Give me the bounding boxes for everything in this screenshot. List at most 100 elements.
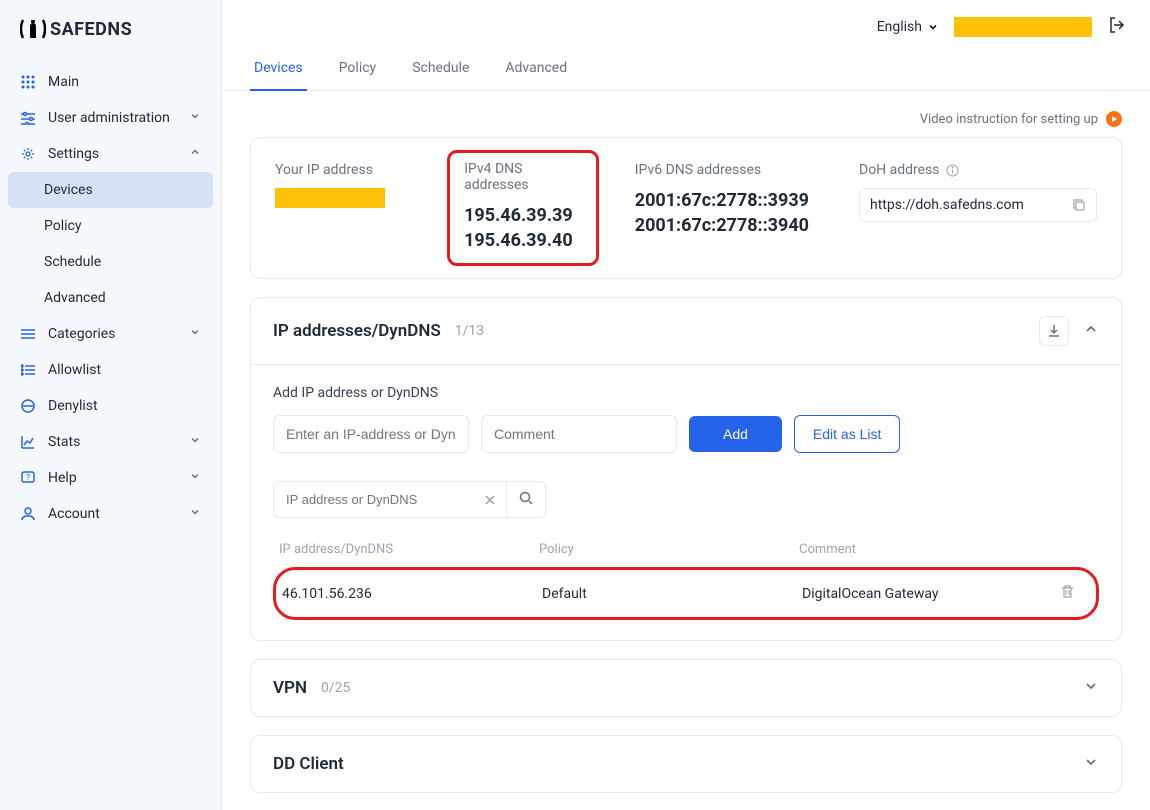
- your-ip-label: Your IP address: [275, 162, 429, 178]
- panel-vpn-header[interactable]: VPN 0/25: [251, 660, 1121, 716]
- panel-dd-header[interactable]: DD Client: [251, 736, 1121, 792]
- chevron-up-icon[interactable]: [1083, 321, 1099, 341]
- tab-schedule[interactable]: Schedule: [408, 46, 473, 90]
- ipv4-value-2: 195.46.39.40: [464, 228, 582, 253]
- edit-list-button[interactable]: Edit as List: [794, 415, 900, 453]
- sidebar: SAFEDNS Main User administration Setting…: [0, 0, 222, 810]
- sidebar-item-account[interactable]: Account: [0, 496, 221, 532]
- nav-label: Advanced: [44, 290, 106, 306]
- logout-icon: [1108, 16, 1126, 34]
- chevron-up-icon: [189, 146, 201, 162]
- sidebar-item-settings[interactable]: Settings: [0, 136, 221, 172]
- nav-label: Settings: [48, 146, 99, 162]
- tab-advanced[interactable]: Advanced: [501, 46, 571, 90]
- cell-policy: Default: [542, 586, 802, 602]
- nav-label: Denylist: [48, 398, 98, 414]
- cell-ip: 46.101.56.236: [282, 586, 542, 602]
- dns-info-card: Your IP address IPv4 DNS addresses 195.4…: [250, 137, 1122, 279]
- your-ip-redacted: [275, 188, 385, 208]
- sidebar-item-help[interactable]: ? Help: [0, 460, 221, 496]
- nav-label: Categories: [48, 326, 115, 342]
- nav-label: Schedule: [44, 254, 101, 270]
- chart-icon: [20, 435, 36, 449]
- ip-input[interactable]: [273, 415, 469, 453]
- panel-title: DD Client: [273, 754, 344, 774]
- x-icon: [484, 494, 496, 506]
- doh-label: DoH address: [859, 162, 1097, 178]
- tab-devices[interactable]: Devices: [250, 46, 307, 90]
- sidebar-item-devices[interactable]: Devices: [8, 172, 213, 208]
- clear-search-button[interactable]: [474, 482, 506, 517]
- nav-label: Devices: [44, 182, 93, 198]
- nav-label: Policy: [44, 218, 82, 234]
- add-ip-label: Add IP address or DynDNS: [273, 385, 1099, 401]
- chevron-down-icon: [189, 110, 201, 126]
- panel-ip-header[interactable]: IP addresses/DynDNS 1/13: [251, 298, 1121, 365]
- panel-title: IP addresses/DynDNS: [273, 321, 441, 341]
- tabs: Devices Policy Schedule Advanced: [222, 46, 1150, 91]
- add-button[interactable]: Add: [689, 416, 782, 452]
- trash-icon: [1060, 584, 1075, 599]
- search-button[interactable]: [506, 482, 545, 517]
- logout-button[interactable]: [1108, 16, 1126, 38]
- sidebar-item-allowlist[interactable]: Allowlist: [0, 352, 221, 388]
- nav-label: Main: [48, 74, 79, 90]
- sidebar-item-policy[interactable]: Policy: [0, 208, 221, 244]
- search-icon: [519, 491, 533, 505]
- gear-icon: [20, 147, 36, 161]
- ipv6-label: IPv6 DNS addresses: [635, 162, 809, 178]
- sidebar-item-denylist[interactable]: Denylist: [0, 388, 221, 424]
- main-content: English Devices Policy Schedule Advanced…: [222, 0, 1150, 810]
- search-input[interactable]: [274, 482, 474, 517]
- sidebar-item-advanced[interactable]: Advanced: [0, 280, 221, 316]
- video-instruction-link[interactable]: Video instruction for setting up: [222, 91, 1150, 137]
- chevron-down-icon: [928, 22, 938, 32]
- th-ip: IP address/DynDNS: [279, 542, 539, 557]
- search-wrap: [273, 481, 546, 518]
- copy-icon[interactable]: [1072, 198, 1086, 212]
- sidebar-item-stats[interactable]: Stats: [0, 424, 221, 460]
- ipv4-value-1: 195.46.39.39: [464, 203, 582, 228]
- grid-icon: [20, 75, 36, 89]
- ipv4-highlight: IPv4 DNS addresses 195.46.39.39 195.46.3…: [447, 150, 599, 266]
- sidebar-item-main[interactable]: Main: [0, 64, 221, 100]
- doh-value: https://doh.safedns.com: [870, 197, 1072, 213]
- nav-label: Allowlist: [48, 362, 101, 378]
- language-selector[interactable]: English: [877, 19, 938, 35]
- nav-label: Stats: [48, 434, 80, 450]
- table-header: IP address/DynDNS Policy Comment: [273, 542, 1099, 567]
- ipv6-value-2: 2001:67c:2778::3940: [635, 213, 809, 238]
- list-check-icon: [20, 363, 36, 377]
- sidebar-item-schedule[interactable]: Schedule: [0, 244, 221, 280]
- sidebar-item-categories[interactable]: Categories: [0, 316, 221, 352]
- panel-ip-dyndns: IP addresses/DynDNS 1/13 Add IP address …: [250, 297, 1122, 641]
- download-button[interactable]: [1039, 316, 1069, 346]
- th-policy: Policy: [539, 542, 799, 557]
- panel-dd-client: DD Client: [250, 735, 1122, 793]
- doh-field[interactable]: https://doh.safedns.com: [859, 188, 1097, 222]
- list-icon: [20, 327, 36, 341]
- help-icon: ?: [20, 471, 36, 485]
- table-row[interactable]: 46.101.56.236 Default DigitalOcean Gatew…: [273, 567, 1099, 620]
- download-icon: [1047, 324, 1061, 338]
- logo-text: SAFEDNS: [50, 19, 132, 40]
- user-redacted: [954, 17, 1092, 37]
- chevron-down-icon: [1083, 754, 1099, 774]
- panel-title: VPN: [273, 678, 307, 698]
- nav-label: Account: [48, 506, 100, 522]
- comment-input[interactable]: [481, 415, 677, 453]
- sidebar-item-user-admin[interactable]: User administration: [0, 100, 221, 136]
- chevron-down-icon: [189, 434, 201, 450]
- svg-text:?: ?: [26, 473, 30, 482]
- panel-count: 1/13: [455, 323, 484, 339]
- tab-policy[interactable]: Policy: [335, 46, 381, 90]
- nav-label: Help: [48, 470, 77, 486]
- chevron-down-icon: [189, 326, 201, 342]
- chevron-down-icon: [189, 506, 201, 522]
- logo-icon: [20, 18, 46, 40]
- user-icon: [20, 507, 36, 521]
- chevron-down-icon: [189, 470, 201, 486]
- ipv4-label: IPv4 DNS addresses: [464, 161, 582, 193]
- th-comment: Comment: [799, 542, 1063, 557]
- delete-row-button[interactable]: [1060, 584, 1090, 603]
